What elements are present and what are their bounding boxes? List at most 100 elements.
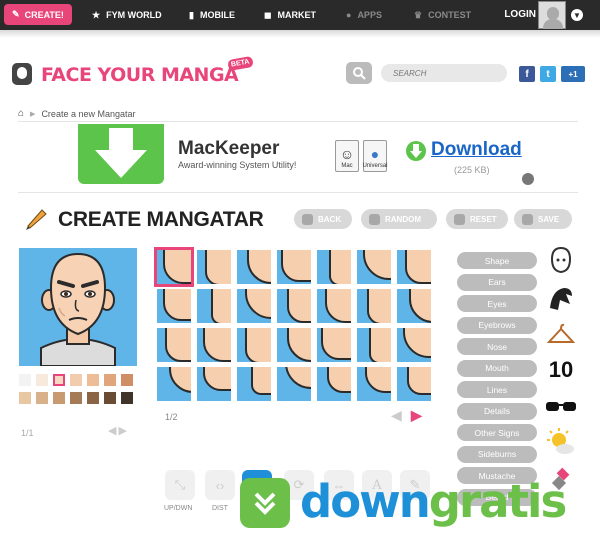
chevron-right-icon: ▶ [30, 110, 36, 118]
nav-contest[interactable]: ♛ CONTEST [414, 0, 471, 30]
login-link[interactable]: LOGIN [504, 9, 536, 20]
face-shape-option[interactable] [317, 289, 351, 323]
ad-title[interactable]: MacKeeper [178, 138, 279, 160]
up-down-tool[interactable]: ⤡ [165, 470, 195, 500]
sunglasses-icon[interactable] [545, 392, 577, 422]
category-nose[interactable]: Nose [457, 338, 537, 355]
color-swatch[interactable] [19, 374, 31, 386]
face-shape-option[interactable] [157, 367, 191, 401]
category-ears[interactable]: Ears [457, 273, 537, 291]
category-lines[interactable]: Lines [457, 381, 537, 398]
face-shape-option[interactable] [277, 250, 311, 284]
color-swatch[interactable] [70, 374, 82, 386]
color-swatch[interactable] [87, 374, 99, 386]
nav-apps[interactable]: ● APPS [346, 0, 382, 30]
face-shape-option[interactable] [197, 250, 231, 284]
color-swatch[interactable] [70, 392, 82, 404]
google-plus-button[interactable]: +1 [561, 66, 585, 82]
category-eyebrows[interactable]: Eyebrows [457, 316, 537, 334]
nav-mobile[interactable]: ▮ MOBILE [189, 0, 235, 30]
distance-tool[interactable]: ‹› [205, 470, 235, 500]
home-icon[interactable]: ⌂ [18, 108, 24, 119]
preview-pager-arrows[interactable]: ◀▶ [108, 424, 129, 437]
watermark-text: downgratis [300, 475, 567, 528]
face-shape-option[interactable] [317, 250, 351, 284]
face-shape-option[interactable] [237, 250, 271, 284]
color-swatch[interactable] [36, 392, 48, 404]
face-shape-option[interactable] [157, 289, 191, 323]
facebook-icon[interactable]: f [519, 66, 535, 82]
color-swatch[interactable] [121, 392, 133, 404]
category-other-signs[interactable]: Other Signs [457, 424, 537, 441]
face-shape-option[interactable] [237, 328, 271, 362]
dice-icon [369, 213, 380, 225]
face-shape-option[interactable] [397, 328, 431, 362]
star-icon: ★ [92, 9, 101, 20]
category-details[interactable]: Details [457, 402, 537, 420]
face-shape-option[interactable] [197, 367, 231, 401]
color-swatch[interactable] [104, 392, 116, 404]
color-swatch[interactable] [104, 374, 116, 386]
nav-fym-world[interactable]: ★ FYM WORLD [92, 0, 162, 30]
nav-market[interactable]: ◼ MARKET [264, 0, 316, 30]
search-icon [353, 67, 366, 80]
color-swatch[interactable] [87, 392, 99, 404]
previous-page-arrow[interactable]: ◀ [391, 407, 402, 424]
ad-subtitle: Award-winning System Utility! [178, 160, 297, 170]
category-mouth[interactable]: Mouth [457, 359, 537, 377]
face-shape-option[interactable] [357, 250, 391, 284]
page-title: CREATE MANGATAR [58, 208, 264, 231]
face-shape-option[interactable] [154, 247, 194, 287]
save-button[interactable]: SAVE [514, 209, 572, 229]
face-shape-option[interactable] [277, 367, 311, 401]
hair-icon[interactable] [545, 284, 577, 314]
color-swatch[interactable] [53, 392, 65, 404]
face-shape-option[interactable] [317, 367, 351, 401]
face-shape-option[interactable] [397, 289, 431, 323]
twitter-icon[interactable]: t [540, 66, 556, 82]
sun-icon[interactable] [545, 427, 577, 457]
reset-button[interactable]: RESET [446, 209, 508, 229]
face-shape-option[interactable] [197, 289, 231, 323]
create-button[interactable]: ✎ CREATE! [4, 4, 72, 25]
category-eyes[interactable]: Eyes [457, 295, 537, 312]
ad-choices-icon[interactable] [522, 173, 534, 185]
face-shape-icon[interactable] [545, 245, 577, 275]
face-shape-option[interactable] [237, 289, 271, 323]
face-shape-option[interactable] [237, 367, 271, 401]
mac-icon: ☺ [339, 146, 355, 162]
search-input[interactable] [381, 64, 507, 82]
random-button[interactable]: RANDOM [361, 209, 437, 229]
search-button[interactable] [346, 62, 372, 84]
back-button[interactable]: BACK [294, 209, 352, 229]
download-arrow-icon[interactable] [406, 141, 426, 161]
chevron-down-icon[interactable]: ▼ [571, 9, 583, 21]
tool-label-up-down: UP/DWN [164, 505, 193, 512]
color-swatch[interactable] [53, 374, 65, 386]
download-size: (225 KB) [454, 165, 490, 175]
face-shape-option[interactable] [277, 328, 311, 362]
face-shape-option[interactable] [197, 328, 231, 362]
face-shape-option[interactable] [397, 367, 431, 401]
download-link[interactable]: Download [431, 139, 522, 161]
site-logo[interactable]: FACE YOUR MANGA [41, 64, 239, 86]
bag-icon: ◼ [264, 9, 272, 20]
face-shape-option[interactable] [357, 289, 391, 323]
category-sideburns[interactable]: Sideburns [457, 445, 537, 463]
hanger-icon[interactable] [545, 320, 577, 350]
avatar[interactable] [538, 1, 566, 29]
number-icon[interactable]: 10 [545, 355, 577, 385]
face-shape-option[interactable] [357, 367, 391, 401]
face-shape-option[interactable] [277, 289, 311, 323]
category-shape[interactable]: Shape [457, 252, 537, 269]
color-swatch[interactable] [36, 374, 48, 386]
ad-download-logo[interactable] [78, 124, 164, 184]
next-page-arrow[interactable]: ▶ [411, 407, 422, 424]
color-swatch[interactable] [121, 374, 133, 386]
mobile-icon: ▮ [189, 9, 194, 20]
face-shape-option[interactable] [397, 250, 431, 284]
face-shape-option[interactable] [157, 328, 191, 362]
face-shape-option[interactable] [317, 328, 351, 362]
color-swatch[interactable] [19, 392, 31, 404]
face-shape-option[interactable] [357, 328, 391, 362]
